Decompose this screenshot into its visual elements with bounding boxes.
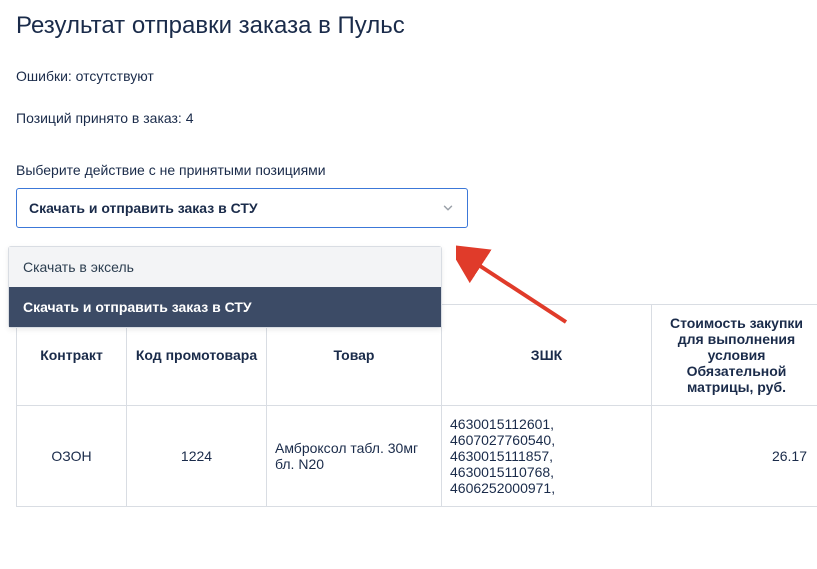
results-table: Контракт Код промотовара Товар ЗШК Стоим…: [16, 304, 817, 507]
cell-product: Амброксол табл. 30мг бл. N20: [267, 406, 442, 507]
action-select-label: Выберите действие с не принятыми позиция…: [16, 162, 801, 178]
page-title: Результат отправки заказа в Пульс: [16, 12, 801, 40]
col-zshk: ЗШК: [442, 305, 652, 406]
dropdown-option-download-excel[interactable]: Скачать в эксель: [9, 247, 441, 287]
action-select[interactable]: Скачать и отправить заказ в СТУ: [16, 188, 468, 228]
col-cost: Стоимость закупки для выполнения условия…: [652, 305, 817, 406]
chevron-down-icon: [441, 201, 455, 215]
cell-cost: 26.17: [652, 406, 817, 507]
action-select-value: Скачать и отправить заказ в СТУ: [29, 200, 258, 216]
cell-promo-code: 1224: [127, 406, 267, 507]
table-row: ОЗОН 1224 Амброксол табл. 30мг бл. N20 4…: [17, 406, 817, 507]
action-select-dropdown: Скачать в эксель Скачать и отправить зак…: [8, 246, 442, 328]
dropdown-option-download-send-stu[interactable]: Скачать и отправить заказ в СТУ: [9, 287, 441, 327]
errors-line: Ошибки: отсутствуют: [16, 68, 801, 84]
cell-contract: ОЗОН: [17, 406, 127, 507]
accepted-count-line: Позиций принято в заказ: 4: [16, 110, 801, 126]
cell-zshk: 4630015112601, 4607027760540, 4630015111…: [442, 406, 652, 507]
